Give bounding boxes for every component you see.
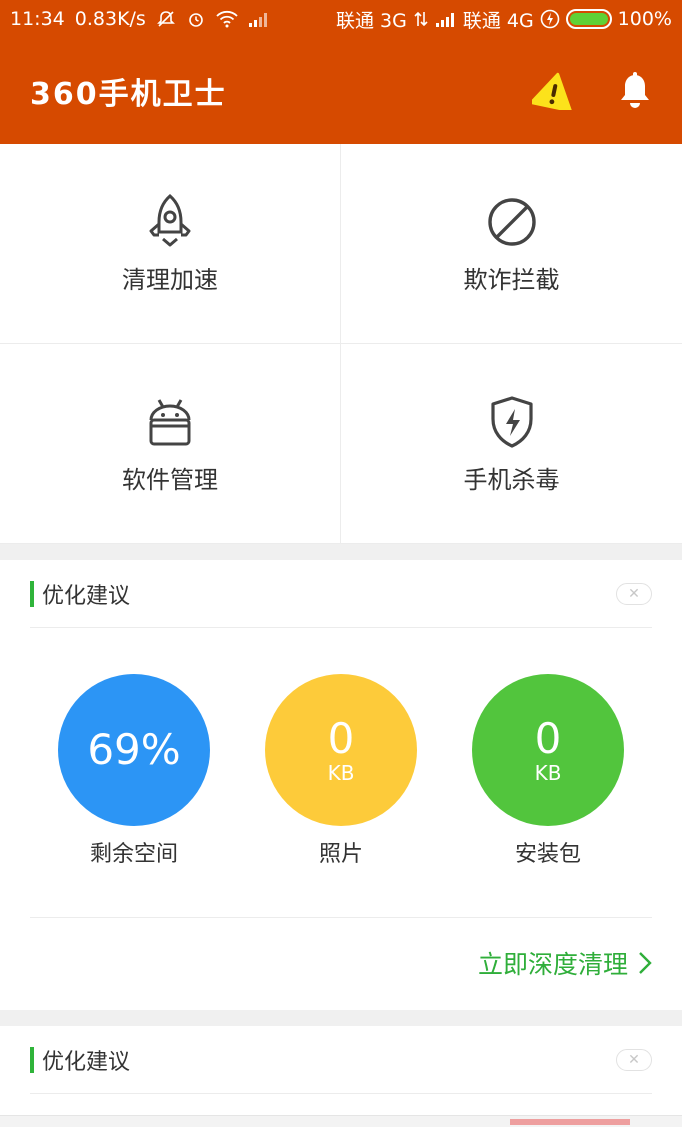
battery-percent: 100%: [617, 8, 672, 30]
deep-clean-button[interactable]: 立即深度清理: [478, 943, 652, 983]
stat-value: 69%: [87, 725, 181, 774]
section-accent-bar: [30, 580, 34, 607]
stat-remaining-space[interactable]: 69% 剩余空间: [58, 674, 210, 868]
carrier-1: 联通 3G: [335, 9, 407, 32]
shield-icon: [488, 392, 536, 452]
rocket-icon: [146, 192, 194, 252]
status-bar: 11:34 0.83K/s 联通 3G 联通 4G 100%: [0, 0, 682, 38]
grid-item-fraud-block[interactable]: 欺诈拦截: [341, 144, 682, 344]
battery-fill: [569, 13, 608, 25]
stat-label: 安装包: [514, 842, 581, 867]
stat-photos[interactable]: 0 KB 照片: [265, 674, 417, 868]
stat-install-packages[interactable]: 0 KB 安装包: [472, 674, 624, 868]
app-bar: 360手机卫士: [0, 38, 682, 144]
feature-grid: 清理加速 欺诈拦截 软件管理 手机杀毒: [0, 144, 682, 544]
bottom-strip: [0, 1115, 682, 1127]
close-icon[interactable]: ✕: [616, 582, 652, 605]
app-title: 360手机卫士: [30, 77, 227, 112]
grid-label: 欺诈拦截: [463, 266, 560, 294]
stats-row: 69% 剩余空间 0 KB 照片 0 KB 安装包: [0, 674, 682, 868]
section-accent-bar: [30, 1046, 34, 1073]
card-header: 优化建议 ✕: [30, 560, 652, 628]
card-title: 优化建议: [42, 583, 131, 609]
stat-label: 剩余空间: [89, 842, 178, 867]
grid-item-software-management[interactable]: 软件管理: [0, 344, 341, 544]
optimization-card: 优化建议 ✕ 69% 剩余空间 0 KB 照片 0 KB 安装包 立即深度清理: [0, 560, 682, 1010]
stat-label: 照片: [318, 842, 363, 867]
close-icon[interactable]: ✕: [616, 1048, 652, 1071]
mute-icon: [156, 9, 176, 29]
block-icon: [487, 192, 537, 252]
wifi-icon: [216, 10, 238, 28]
signal-icon-1: [248, 11, 270, 27]
grid-label: 软件管理: [122, 466, 218, 494]
battery-icon: [565, 9, 612, 29]
alarm-icon: [186, 9, 206, 29]
stat-circle: 69%: [58, 674, 210, 826]
charging-icon: [540, 9, 560, 29]
grid-label: 手机杀毒: [463, 466, 560, 494]
optimization-card-2: 优化建议 ✕: [0, 1026, 682, 1127]
divider: [30, 917, 652, 918]
card-title: 优化建议: [42, 1049, 131, 1075]
chevron-right-icon: [638, 951, 652, 975]
deep-clean-label: 立即深度清理: [477, 950, 628, 979]
status-time: 11:34: [10, 8, 65, 30]
data-transfer-icon: [413, 10, 429, 28]
bottom-mark: [510, 1119, 630, 1125]
stat-value: 0: [327, 714, 355, 763]
network-speed: 0.83K/s: [74, 8, 146, 30]
stat-circle: 0 KB: [265, 674, 417, 826]
grid-item-clean-accelerate[interactable]: 清理加速: [0, 144, 341, 344]
android-icon: [147, 392, 193, 452]
grid-item-antivirus[interactable]: 手机杀毒: [341, 344, 682, 544]
stat-unit: KB: [534, 761, 562, 785]
warning-icon[interactable]: [532, 72, 576, 110]
signal-icon-2: [435, 11, 457, 27]
stat-value: 0: [534, 714, 562, 763]
card-header: 优化建议 ✕: [30, 1026, 652, 1094]
bell-icon[interactable]: [618, 72, 652, 110]
grid-label: 清理加速: [122, 266, 218, 294]
stat-circle: 0 KB: [472, 674, 624, 826]
stat-unit: KB: [327, 761, 355, 785]
carrier-2: 联通 4G: [462, 9, 534, 32]
